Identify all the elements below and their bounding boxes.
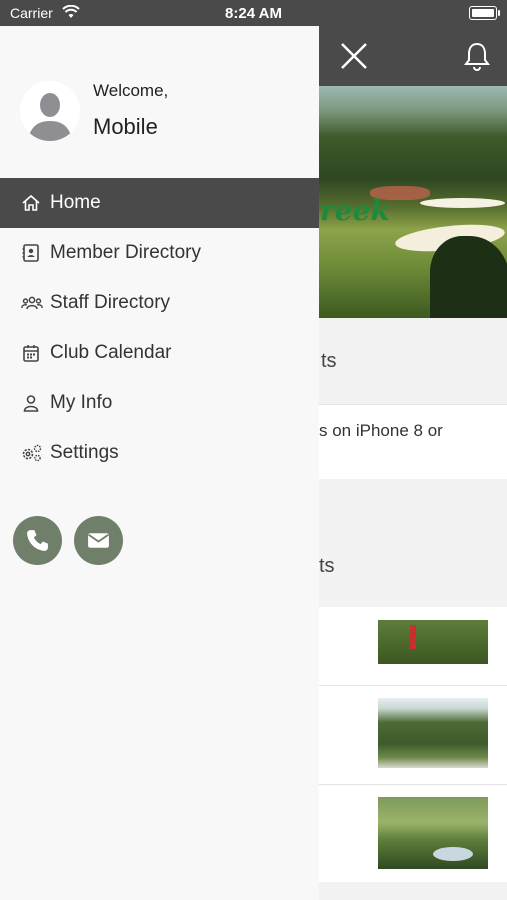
close-icon[interactable] <box>338 40 370 72</box>
nav-item-label: Member Directory <box>50 242 201 263</box>
section-title: ts <box>319 555 335 577</box>
group-icon <box>21 293 43 313</box>
nav-item-label: Settings <box>50 442 119 463</box>
gears-icon <box>21 443 42 463</box>
clock: 8:24 AM <box>225 5 282 22</box>
drawer-nav: Home Member Directory Staff Directory Cl… <box>0 178 319 478</box>
email-button[interactable] <box>74 516 123 565</box>
user-name: Mobile <box>93 114 158 139</box>
nav-item-label: Club Calendar <box>50 342 172 363</box>
announcement-text: s on iPhone 8 or <box>319 421 443 440</box>
nav-item-label: My Info <box>50 392 113 413</box>
bell-icon[interactable] <box>461 40 493 72</box>
person-icon <box>21 393 41 413</box>
thumbnail-image <box>378 698 488 768</box>
person-silhouette-icon <box>20 81 80 141</box>
battery-icon <box>469 6 500 20</box>
stream-shape <box>433 847 473 861</box>
phone-icon <box>27 530 48 551</box>
nav-item-label: Home <box>50 192 101 213</box>
club-logo-text: reek <box>320 194 390 227</box>
hero-bunker <box>420 198 505 208</box>
avatar[interactable] <box>20 81 80 141</box>
hero-trees <box>430 236 507 318</box>
golfer-figure <box>410 625 416 649</box>
nav-item-label: Staff Directory <box>50 292 171 313</box>
nav-item-member-directory[interactable]: Member Directory <box>0 228 319 278</box>
nav-item-staff-directory[interactable]: Staff Directory <box>0 278 319 328</box>
thumbnail-image <box>378 797 488 869</box>
navigation-drawer: Welcome, Mobile Home Member Directory St… <box>0 26 319 900</box>
thumbnail-image <box>378 620 488 664</box>
nav-item-settings[interactable]: Settings <box>0 428 319 478</box>
calendar-icon <box>21 343 41 363</box>
email-icon <box>88 533 109 548</box>
contact-card-icon <box>21 243 41 263</box>
nav-item-my-info[interactable]: My Info <box>0 378 319 428</box>
phone-button[interactable] <box>13 516 62 565</box>
status-bar: Carrier 8:24 AM <box>0 0 507 26</box>
nav-item-club-calendar[interactable]: Club Calendar <box>0 328 319 378</box>
nav-item-home[interactable]: Home <box>0 178 319 228</box>
section-title: ts <box>321 350 337 372</box>
welcome-label: Welcome, <box>93 81 169 100</box>
home-icon <box>21 193 41 213</box>
